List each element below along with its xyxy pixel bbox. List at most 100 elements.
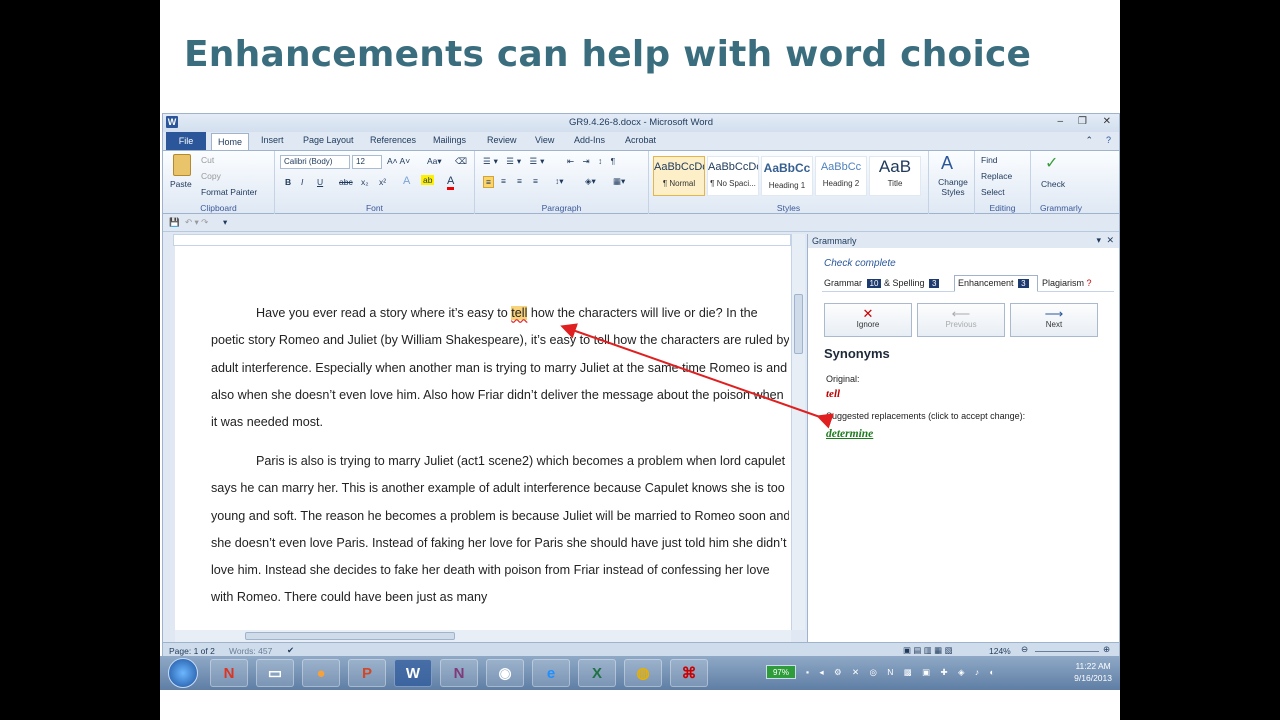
taskbar-netflix[interactable]: N [210,659,248,687]
restore-icon[interactable]: ❐ [1078,116,1087,127]
find-button[interactable]: Find [981,155,998,165]
subscript-button[interactable]: x₂ [361,177,369,187]
taskbar-media[interactable]: ● [302,659,340,687]
format-painter-button[interactable]: Format Painter [201,187,257,197]
tab-review[interactable]: Review [487,135,517,145]
undo-icon[interactable]: ↶ ▾ ↷ [185,217,208,228]
clear-format-icon[interactable]: ⌫ [455,156,467,167]
suggested-word-link[interactable]: determine [826,428,873,440]
style-no-spacing[interactable]: AaBbCcDc ¶ No Spaci... [707,156,759,196]
horizontal-scrollbar[interactable] [175,630,791,642]
clock[interactable]: 11:22 AM 9/16/2013 [1074,660,1112,684]
pane-menu-icon[interactable]: ▾ [1096,235,1101,246]
underline-button[interactable]: U [317,177,323,187]
help-icon[interactable]: ? [1106,135,1111,145]
count-badge: 3 [1018,279,1029,288]
original-label: Original: [826,374,860,384]
taskbar-powerpoint[interactable]: P [348,659,386,687]
tab-page-layout[interactable]: Page Layout [303,135,354,145]
font-size-field[interactable]: 12 [352,155,382,169]
taskbar-word[interactable]: W [394,659,432,687]
font-color-icon[interactable]: A [447,175,455,190]
tab-grammar[interactable]: Grammar 10 & Spelling 3 [824,278,940,288]
grow-font-icon[interactable]: A˄ A˅ [387,156,410,166]
select-button[interactable]: Select [981,187,1005,197]
taskbar-ie[interactable]: e [532,659,570,687]
font-name-field[interactable]: Calibri (Body) [280,155,350,169]
minimize-icon[interactable]: – [1057,116,1063,127]
borders-icon[interactable]: ▦▾ [613,176,625,187]
style-normal[interactable]: AaBbCcDc ¶ Normal [653,156,705,196]
pane-close-icon[interactable]: ✕ [1106,235,1114,246]
bold-button[interactable]: B [285,177,291,187]
next-button[interactable]: ⟶ Next [1010,303,1098,337]
align-left-icon[interactable]: ≡ [483,176,494,188]
style-heading-1[interactable]: AaBbCc Heading 1 [761,156,813,196]
paste-button[interactable]: Paste [170,179,192,189]
zoom-in-icon[interactable]: ⊕ [1103,644,1110,655]
save-icon[interactable]: 💾 [169,217,180,228]
start-button[interactable] [168,658,198,688]
proofing-icon[interactable]: ✔ [287,645,294,656]
minimize-ribbon-icon[interactable]: ⌃ [1085,135,1093,146]
highlight-icon[interactable]: ab [421,175,435,185]
change-case-icon[interactable]: Aa▾ [427,156,442,167]
tab-view[interactable]: View [535,135,554,145]
word-count[interactable]: Words: 457 [229,646,272,656]
scroll-thumb[interactable] [794,294,803,354]
text-effects-icon[interactable]: A [403,175,410,187]
paste-icon[interactable] [173,154,191,176]
tab-insert[interactable]: Insert [261,135,284,145]
replace-button[interactable]: Replace [981,171,1012,181]
strikethrough-button[interactable]: abc [339,177,353,187]
bullets-icon[interactable]: ☰▾ ☰▾ ☰▾ [483,156,547,167]
align-right-icon[interactable]: ≡ [517,176,522,186]
tab-mailings[interactable]: Mailings [433,135,466,145]
shading-icon[interactable]: ◈▾ [585,176,596,187]
taskbar-onenote[interactable]: N [440,659,478,687]
indent-icon[interactable]: ⇤ ⇥ ↕ ¶ [567,156,618,167]
tab-file[interactable]: File [166,132,206,150]
check-button[interactable]: Check [1041,179,1065,189]
tab-plagiarism[interactable]: Plagiarism ? [1042,278,1092,288]
copy-button[interactable]: Copy [201,171,221,181]
zoom-out-icon[interactable]: ⊖ [1021,644,1028,655]
taskbar-acrobat[interactable]: ⌘ [670,659,708,687]
close-icon[interactable]: ✕ [1103,116,1111,127]
horizontal-ruler[interactable] [173,234,791,246]
vertical-scrollbar[interactable] [791,234,805,630]
tab-references[interactable]: References [370,135,416,145]
flagged-word[interactable]: tell [511,306,528,320]
tab-add-ins[interactable]: Add-Ins [574,135,605,145]
page-count[interactable]: Page: 1 of 2 [169,646,215,656]
taskbar-app[interactable]: ◉ [486,659,524,687]
tab-acrobat[interactable]: Acrobat [625,135,656,145]
tray-icons[interactable]: ▪ ◂ ⚙ ✕ ◎ N ▩ ▣ ✚ ◈ ♪ ◐ [806,667,999,678]
change-styles-button[interactable]: Change Styles [933,177,973,197]
previous-button[interactable]: ⟵ Previous [917,303,1005,337]
style-title[interactable]: AaB Title [869,156,921,196]
align-center-icon[interactable]: ≡ [501,176,506,186]
justify-icon[interactable]: ≡ [533,176,538,186]
style-heading-2[interactable]: AaBbCc Heading 2 [815,156,867,196]
zoom-slider[interactable] [1035,651,1099,652]
change-styles-icon[interactable]: A [941,153,953,174]
tab-enhancement[interactable]: Enhancement 3 [958,278,1029,288]
line-spacing-icon[interactable]: ↕▾ [555,176,564,187]
view-buttons-icon[interactable]: ▣ ▤ ▥ ▦ ▧ [903,645,953,656]
taskbar-explorer[interactable]: ▭ [256,659,294,687]
battery-indicator[interactable]: 97% [766,665,796,679]
superscript-button[interactable]: x² [379,177,386,187]
scroll-thumb[interactable] [245,632,455,640]
italic-button[interactable]: I [301,177,303,187]
document-page[interactable]: Have you ever read a story where it’s ea… [187,246,789,630]
grammarly-check-icon[interactable]: ✓ [1045,153,1058,173]
taskbar-chrome[interactable]: ◍ [624,659,662,687]
customize-toolbar-icon[interactable]: ▾ [223,217,227,228]
taskbar-excel[interactable]: X [578,659,616,687]
ignore-button[interactable]: ✕ Ignore [824,303,912,337]
pane-title: Grammarly [812,236,857,246]
tab-home[interactable]: Home [211,133,249,150]
cut-button[interactable]: Cut [201,155,214,165]
zoom-level[interactable]: 124% [989,646,1011,656]
